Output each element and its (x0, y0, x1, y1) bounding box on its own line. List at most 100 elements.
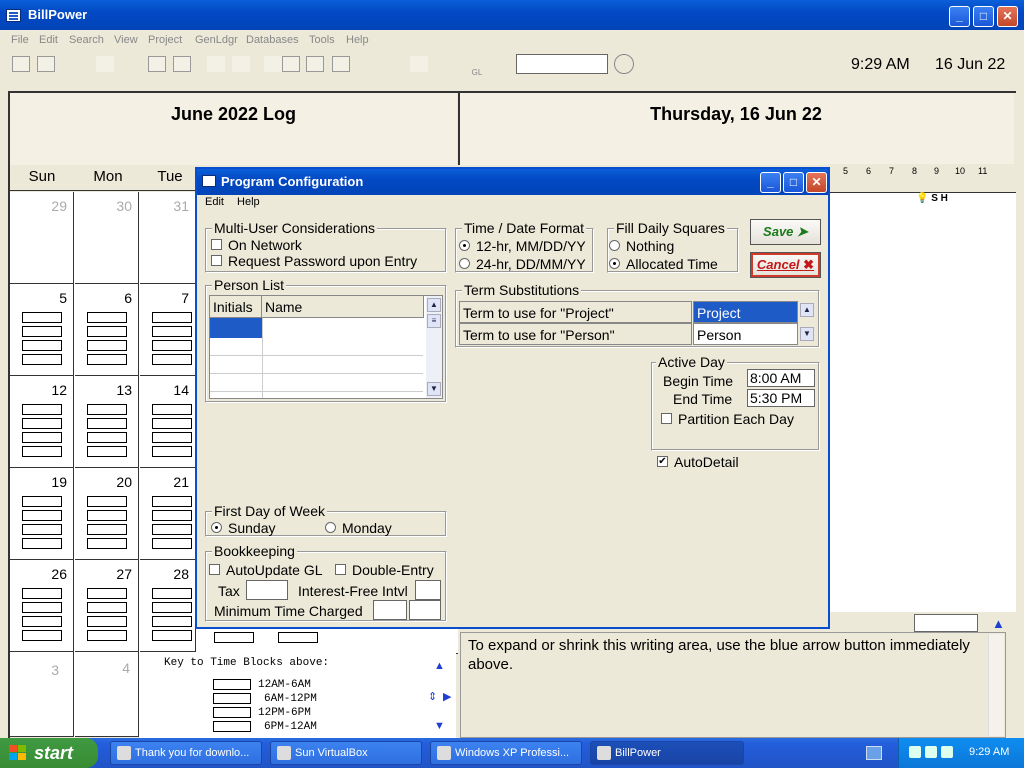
time-format-24hr-radio[interactable]: 24-hr, DD/MM/YY (459, 256, 586, 272)
menu-tools[interactable]: Tools (309, 34, 335, 46)
min-time-input-1[interactable] (373, 600, 407, 620)
tray-icon-2[interactable] (925, 746, 937, 758)
menu-edit[interactable]: Edit (39, 34, 58, 46)
tray-icon-3[interactable] (941, 746, 953, 758)
double-entry-checkbox[interactable]: Double-Entry (335, 562, 434, 578)
partition-day-checkbox[interactable]: Partition Each Day (661, 411, 794, 427)
calendar-cell[interactable]: 4 (75, 652, 139, 737)
calendar-cell[interactable]: 7 (140, 284, 196, 376)
calendar-cell[interactable]: 19 (10, 468, 74, 560)
menu-view[interactable]: View (114, 34, 138, 46)
scroll-down-arrow-icon[interactable]: ▼ (434, 720, 445, 732)
on-network-checkbox[interactable]: On Network (211, 237, 302, 253)
table-row[interactable] (210, 374, 423, 392)
dialog-close-button[interactable]: ✕ (806, 172, 827, 193)
calendar-cell[interactable]: 13 (75, 376, 139, 468)
calendar-cell[interactable]: 30 (75, 192, 139, 284)
print-icon[interactable] (282, 56, 300, 72)
term-row-person[interactable]: Term to use for "Person" Person (459, 323, 817, 345)
document-icon[interactable] (306, 56, 324, 72)
toolbar-field[interactable] (516, 54, 608, 74)
day-toolbar-letters[interactable]: S H (931, 193, 948, 204)
scroll-up-icon[interactable]: ▲ (800, 303, 814, 317)
scroll-right-arrow-icon[interactable]: ▶ (443, 690, 451, 703)
updown-arrow-icon[interactable]: ⇕ (428, 690, 437, 703)
minimize-button[interactable]: _ (949, 6, 970, 27)
first-day-monday-radio[interactable]: Monday (325, 520, 392, 536)
table-icon[interactable] (148, 56, 166, 72)
menu-help[interactable]: Help (346, 34, 369, 46)
taskbar-item-windows-xp[interactable]: Windows XP Professi... (430, 741, 582, 765)
autoupdate-gl-checkbox[interactable]: AutoUpdate GL (209, 562, 323, 578)
end-time-input[interactable]: 5:30 PM (747, 389, 815, 407)
scroll-up-arrow-icon[interactable]: ▲ (434, 660, 445, 672)
column-header-initials[interactable]: Initials (210, 296, 262, 318)
calendar-cell[interactable]: 20 (75, 468, 139, 560)
layout-icon[interactable] (37, 56, 55, 72)
calendar-cell[interactable]: 26 (10, 560, 74, 652)
fill-nothing-radio[interactable]: Nothing (609, 238, 674, 254)
time-format-12hr-radio[interactable]: 12-hr, MM/DD/YY (459, 238, 586, 254)
scroll-thumb[interactable]: ≡ (427, 314, 441, 328)
tax-input[interactable] (246, 580, 288, 600)
close-button[interactable]: ✕ (997, 6, 1018, 27)
expand-arrow-icon[interactable]: ▲ (992, 616, 1005, 631)
calendar-cell[interactable]: 12 (10, 376, 74, 468)
keyboard-icon[interactable] (866, 746, 882, 760)
folder-open-icon[interactable] (410, 56, 428, 72)
calendar-cell[interactable]: 29 (10, 192, 74, 284)
fill-allocated-radio[interactable]: Allocated Time (609, 256, 718, 272)
column-header-name[interactable]: Name (262, 296, 424, 318)
window-icon[interactable] (173, 56, 191, 72)
calendar-cell[interactable]: 6 (75, 284, 139, 376)
calendar-cell[interactable]: 21 (140, 468, 196, 560)
taskbar-item-firefox[interactable]: Thank you for downlo... (110, 741, 262, 765)
gl-icon[interactable]: GL (468, 54, 486, 80)
calendar-cell[interactable]: 5 (10, 284, 74, 376)
tray-icon-1[interactable] (909, 746, 921, 758)
day-pane[interactable] (828, 192, 1016, 612)
selected-cell[interactable] (210, 318, 262, 338)
term-value-project[interactable]: Project (693, 301, 798, 323)
taskbar-item-billpower[interactable]: BillPower (590, 741, 744, 765)
term-row-project[interactable]: Term to use for "Project" Project (459, 301, 817, 323)
start-button[interactable]: start (0, 738, 98, 768)
menu-databases[interactable]: Databases (246, 34, 299, 46)
term-value-person[interactable]: Person (693, 323, 798, 345)
dialog-menu-edit[interactable]: Edit (205, 196, 224, 208)
calendar-cell[interactable]: 14 (140, 376, 196, 468)
dialog-menu-help[interactable]: Help (237, 196, 260, 208)
menu-file[interactable]: File (11, 34, 29, 46)
writing-scrollbar[interactable] (988, 634, 1004, 736)
lightbulb-icon[interactable] (207, 56, 225, 72)
cancel-button[interactable]: Cancel ✖ (750, 252, 821, 278)
calculator-icon[interactable] (332, 56, 350, 72)
menu-search[interactable]: Search (69, 34, 104, 46)
maximize-button[interactable]: □ (973, 6, 994, 27)
trash-icon[interactable] (232, 56, 250, 72)
lightbulb-icon[interactable]: 💡 (916, 193, 928, 204)
scroll-down-icon[interactable]: ▼ (800, 327, 814, 341)
scroll-down-icon[interactable]: ▼ (427, 382, 441, 396)
autodetail-checkbox[interactable]: ✔ AutoDetail (657, 454, 739, 470)
tool-icon[interactable] (96, 56, 114, 72)
calendar-cell[interactable]: 3 (10, 652, 74, 737)
dialog-maximize-button[interactable]: □ (783, 172, 804, 193)
calendar-cell[interactable]: 27 (75, 560, 139, 652)
taskbar-item-virtualbox[interactable]: Sun VirtualBox (270, 741, 422, 765)
table-row[interactable] (210, 338, 423, 356)
interest-free-input[interactable] (415, 580, 441, 600)
write-field[interactable] (914, 614, 978, 632)
menu-genldgr[interactable]: GenLdgr (195, 34, 238, 46)
first-day-sunday-radio[interactable]: Sunday (211, 520, 275, 536)
save-button[interactable]: Save ➤ (750, 219, 821, 245)
person-table[interactable]: Initials Name ▲ ≡ ▼ (209, 295, 443, 399)
stopwatch-icon[interactable] (614, 54, 634, 74)
begin-time-input[interactable]: 8:00 AM (747, 369, 815, 387)
scroll-up-icon[interactable]: ▲ (427, 298, 441, 312)
table-row[interactable] (210, 356, 423, 374)
request-password-checkbox[interactable]: Request Password upon Entry (211, 253, 417, 269)
grid-icon[interactable] (12, 56, 30, 72)
dialog-minimize-button[interactable]: _ (760, 172, 781, 193)
min-time-input-2[interactable] (409, 600, 441, 620)
